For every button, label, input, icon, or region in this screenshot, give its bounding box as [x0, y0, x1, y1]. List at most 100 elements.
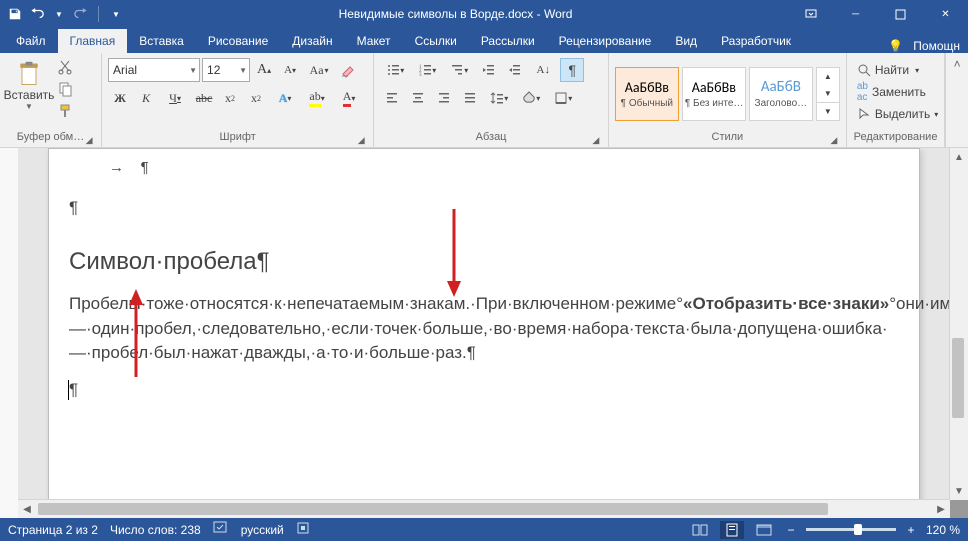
tab-insert[interactable]: Вставка: [127, 29, 196, 53]
superscript-button[interactable]: x2: [244, 86, 268, 110]
replace-button[interactable]: abacЗаменить: [857, 82, 938, 102]
styles-scroll-up[interactable]: ▲: [817, 68, 839, 85]
scroll-thumb[interactable]: [952, 338, 964, 418]
title-text: Невидимые символы в Ворде.docx - Word: [123, 7, 788, 21]
pilcrow-char: ¶: [69, 198, 78, 217]
zoom-level[interactable]: 120 %: [926, 523, 960, 537]
align-left-button[interactable]: [380, 86, 404, 110]
undo-dropdown-icon[interactable]: ▼: [52, 7, 66, 21]
print-layout-button[interactable]: [720, 521, 744, 539]
align-center-button[interactable]: [406, 86, 430, 110]
decrease-indent-button[interactable]: [476, 58, 500, 82]
collapse-ribbon-button[interactable]: ˄: [945, 53, 968, 147]
line-spacing-button[interactable]: ▾: [484, 86, 514, 110]
strikethrough-button[interactable]: abc: [192, 86, 216, 110]
tab-file[interactable]: Файл: [4, 29, 58, 53]
font-size-combo[interactable]: 12▼: [202, 58, 250, 82]
word-count[interactable]: Число слов: 238: [110, 523, 201, 537]
show-hide-button[interactable]: ¶: [560, 58, 584, 82]
underline-button[interactable]: Ч▾: [160, 86, 190, 110]
lightbulb-icon: 💡: [888, 39, 903, 53]
tab-developer[interactable]: Разработчик: [709, 29, 803, 53]
subscript-button[interactable]: x2: [218, 86, 242, 110]
scroll-up-button[interactable]: ▲: [950, 148, 968, 166]
font-name-combo[interactable]: Arial▼: [108, 58, 200, 82]
increase-indent-button[interactable]: [502, 58, 526, 82]
find-button[interactable]: Найти▾: [857, 60, 938, 80]
undo-icon[interactable]: [30, 7, 44, 21]
scroll-left-button[interactable]: ◀: [18, 500, 36, 518]
macro-record-icon[interactable]: [296, 521, 310, 538]
tab-references[interactable]: Ссылки: [403, 29, 469, 53]
clipboard-launcher-icon[interactable]: ◢: [83, 134, 95, 146]
styles-gallery-more[interactable]: ▼: [817, 102, 839, 120]
paste-button[interactable]: Вставить ▼: [6, 56, 52, 111]
clear-formatting-button[interactable]: [336, 58, 360, 82]
minimize-button[interactable]: ─: [833, 0, 878, 28]
bold-button[interactable]: Ж: [108, 86, 132, 110]
borders-button[interactable]: ▾: [548, 86, 578, 110]
sort-button[interactable]: A↓: [528, 58, 558, 82]
align-right-button[interactable]: [432, 86, 456, 110]
doc-body-text: Пробелы·тоже·относятся·к·непечатаемым·зн…: [69, 292, 899, 366]
shading-button[interactable]: ▾: [516, 86, 546, 110]
scroll-thumb-h[interactable]: [38, 503, 828, 515]
tell-me-button[interactable]: Помощн: [913, 39, 960, 53]
tab-view[interactable]: Вид: [663, 29, 709, 53]
title-bar: ▼ ▼ Невидимые символы в Ворде.docx - Wor…: [0, 0, 968, 28]
justify-button[interactable]: [458, 86, 482, 110]
tab-design[interactable]: Дизайн: [280, 29, 344, 53]
tab-mailings[interactable]: Рассылки: [469, 29, 547, 53]
save-icon[interactable]: [8, 7, 22, 21]
grow-font-button[interactable]: A▴: [252, 58, 276, 82]
select-button[interactable]: Выделить▾: [857, 104, 938, 124]
zoom-slider[interactable]: [806, 528, 896, 531]
horizontal-scrollbar[interactable]: ◀ ▶: [18, 499, 950, 518]
styles-launcher-icon[interactable]: ◢: [828, 134, 840, 146]
tab-home[interactable]: Главная: [58, 29, 128, 53]
vertical-scrollbar[interactable]: ▲ ▼: [949, 148, 968, 500]
tab-review[interactable]: Рецензирование: [547, 29, 664, 53]
font-launcher-icon[interactable]: ◢: [355, 134, 367, 146]
cut-button[interactable]: [54, 56, 76, 77]
read-mode-button[interactable]: [688, 521, 712, 539]
paste-label: Вставить: [4, 88, 55, 102]
tab-draw[interactable]: Рисование: [196, 29, 280, 53]
zoom-out-button[interactable]: −: [784, 523, 798, 537]
highlight-button[interactable]: ab▾: [302, 86, 332, 110]
shrink-font-button[interactable]: A▾: [278, 58, 302, 82]
maximize-button[interactable]: [878, 0, 923, 28]
qat-customize-icon[interactable]: ▼: [109, 7, 123, 21]
web-layout-button[interactable]: [752, 521, 776, 539]
numbering-button[interactable]: 123▾: [412, 58, 442, 82]
styles-scroll-down[interactable]: ▼: [817, 85, 839, 102]
scroll-right-button[interactable]: ▶: [932, 500, 950, 518]
ribbon-options-button[interactable]: [788, 0, 833, 28]
status-bar: Страница 2 из 2 Число слов: 238 русский …: [0, 518, 968, 541]
change-case-button[interactable]: Aa▾: [304, 58, 334, 82]
italic-button[interactable]: К: [134, 86, 158, 110]
style-normal[interactable]: АаБбВв¶ Обычный: [615, 67, 679, 121]
svg-text:2: 2: [419, 69, 422, 74]
bullets-button[interactable]: ▾: [380, 58, 410, 82]
paragraph-launcher-icon[interactable]: ◢: [590, 134, 602, 146]
close-button[interactable]: ✕: [923, 0, 968, 28]
vertical-ruler[interactable]: [0, 148, 19, 518]
multilevel-list-button[interactable]: ▾: [444, 58, 474, 82]
tab-layout[interactable]: Макет: [345, 29, 403, 53]
svg-text:3: 3: [419, 73, 422, 77]
style-no-spacing[interactable]: АаБбВв¶ Без инте…: [682, 67, 746, 121]
page-status[interactable]: Страница 2 из 2: [8, 523, 98, 537]
spell-check-icon[interactable]: [213, 521, 229, 538]
language-status[interactable]: русский: [241, 523, 284, 537]
zoom-in-button[interactable]: +: [904, 523, 918, 537]
format-painter-button[interactable]: [54, 101, 76, 122]
scroll-down-button[interactable]: ▼: [950, 482, 968, 500]
copy-button[interactable]: [54, 78, 76, 99]
text-effects-button[interactable]: A▾: [270, 86, 300, 110]
font-color-button[interactable]: A▾: [334, 86, 364, 110]
pilcrow-char: ¶: [69, 380, 78, 399]
document-page[interactable]: → ¶ ¶ Символ·пробела¶ Пробелы·тоже·относ…: [48, 148, 920, 500]
style-heading1[interactable]: АаБбВЗаголово…: [749, 67, 813, 121]
redo-icon[interactable]: [74, 7, 88, 21]
